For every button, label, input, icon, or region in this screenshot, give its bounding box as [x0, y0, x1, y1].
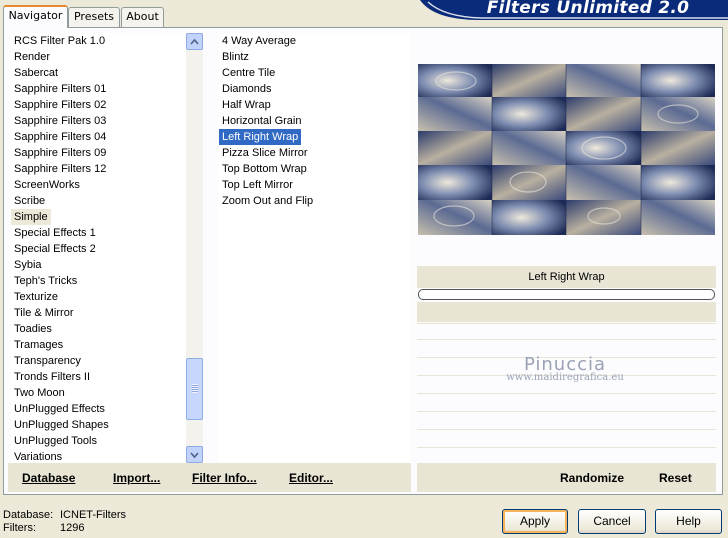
category-list[interactable]: RCS Filter Pak 1.0 Render Sabercat Sapphire…	[11, 33, 186, 463]
category-item[interactable]: Sybia	[11, 257, 45, 273]
category-item[interactable]: Sapphire Filters 09	[11, 145, 109, 161]
filter-item[interactable]: 4 Way Average	[219, 33, 299, 49]
category-item[interactable]: Variations	[11, 449, 65, 463]
left-action-bar: Database Import... Filter Info... Editor…	[8, 463, 411, 492]
apply-button[interactable]: Apply	[502, 509, 568, 534]
category-item[interactable]: Scribe	[11, 193, 48, 209]
category-item[interactable]: Sapphire Filters 02	[11, 97, 109, 113]
category-item[interactable]: Sabercat	[11, 65, 61, 81]
category-item[interactable]: RCS Filter Pak 1.0	[11, 33, 108, 49]
category-item[interactable]: Render	[11, 49, 53, 65]
randomize-button[interactable]: Randomize	[560, 471, 624, 485]
category-item[interactable]: Tile & Mirror	[11, 305, 76, 321]
filter-item[interactable]: Diamonds	[219, 81, 275, 97]
category-item[interactable]: Tronds Filters II	[11, 369, 93, 385]
category-item[interactable]: Teph's Tricks	[11, 273, 80, 289]
parameter-row	[417, 447, 716, 462]
scroll-thumb[interactable]	[186, 358, 203, 420]
category-item[interactable]: Sapphire Filters 01	[11, 81, 109, 97]
filter-item[interactable]: Half Wrap	[219, 97, 274, 113]
parameter-row	[417, 323, 716, 338]
category-item[interactable]: Toadies	[11, 321, 55, 337]
chevron-down-icon	[190, 452, 199, 459]
watermark-url: www.maidiregrafica.eu	[506, 372, 624, 383]
parameter-row	[417, 339, 716, 354]
filter-count: 1296	[60, 522, 85, 534]
filter-item[interactable]: Top Left Mirror	[219, 177, 296, 193]
reset-button[interactable]: Reset	[659, 471, 692, 485]
filter-name-label: Left Right Wrap	[417, 266, 716, 288]
status-database: Database: ICNET-Filters	[3, 509, 126, 521]
chevron-up-icon	[190, 38, 199, 45]
parameter-row	[417, 411, 716, 426]
brand-title: Filters Unlimited 2.0	[486, 0, 690, 18]
import-link[interactable]: Import...	[113, 471, 160, 485]
scroll-down-button[interactable]	[186, 446, 203, 463]
tab-about[interactable]: About	[121, 7, 164, 27]
help-button[interactable]: Help	[655, 509, 722, 534]
tab-presets[interactable]: Presets	[68, 7, 120, 27]
cancel-button[interactable]: Cancel	[578, 509, 646, 534]
filter-preview	[418, 64, 715, 235]
category-item[interactable]: Texturize	[11, 289, 61, 305]
filter-item[interactable]: Zoom Out and Flip	[219, 193, 316, 209]
header: Navigator Presets About Filters Unlimite…	[0, 0, 728, 28]
filter-item[interactable]: Horizontal Grain	[219, 113, 304, 129]
database-link[interactable]: Database	[22, 471, 75, 485]
category-scrollbar[interactable]	[186, 33, 203, 463]
parameter-slider[interactable]	[418, 289, 715, 300]
parameter-gap	[417, 302, 716, 322]
category-item[interactable]: Sapphire Filters 12	[11, 161, 109, 177]
category-item[interactable]: ScreenWorks	[11, 177, 83, 193]
filter-item[interactable]: Blintz	[219, 49, 252, 65]
filter-list[interactable]: 4 Way Average Blintz Centre Tile Diamonds Ha…	[219, 33, 411, 463]
category-item[interactable]: Special Effects 1	[11, 225, 99, 241]
tab-navigator[interactable]: Navigator	[3, 5, 68, 28]
category-item[interactable]: Transparency	[11, 353, 84, 369]
right-action-bar: Randomize Reset	[417, 463, 716, 492]
parameter-row	[417, 393, 716, 408]
filter-info-link[interactable]: Filter Info...	[192, 471, 257, 485]
editor-link[interactable]: Editor...	[289, 471, 333, 485]
scroll-up-button[interactable]	[186, 33, 203, 50]
filter-item[interactable]: Centre Tile	[219, 65, 278, 81]
category-item[interactable]: UnPlugged Shapes	[11, 417, 112, 433]
database-name: ICNET-Filters	[60, 509, 126, 521]
parameter-row	[417, 429, 716, 444]
category-item[interactable]: Two Moon	[11, 385, 68, 401]
category-item[interactable]: Special Effects 2	[11, 241, 99, 257]
watermark: Pinuccia www.maidiregrafica.eu	[480, 354, 650, 383]
filter-item[interactable]: Pizza Slice Mirror	[219, 145, 311, 161]
filter-item[interactable]: Left Right Wrap	[219, 129, 302, 145]
category-item[interactable]: Tramages	[11, 337, 66, 353]
category-item[interactable]: UnPlugged Effects	[11, 401, 108, 417]
category-item[interactable]: Simple	[11, 209, 51, 225]
category-item[interactable]: Sapphire Filters 04	[11, 129, 109, 145]
filter-item[interactable]: Top Bottom Wrap	[219, 161, 310, 177]
category-item[interactable]: UnPlugged Tools	[11, 433, 100, 449]
status-filters: Filters: 1296	[3, 522, 85, 534]
category-item[interactable]: Sapphire Filters 03	[11, 113, 109, 129]
